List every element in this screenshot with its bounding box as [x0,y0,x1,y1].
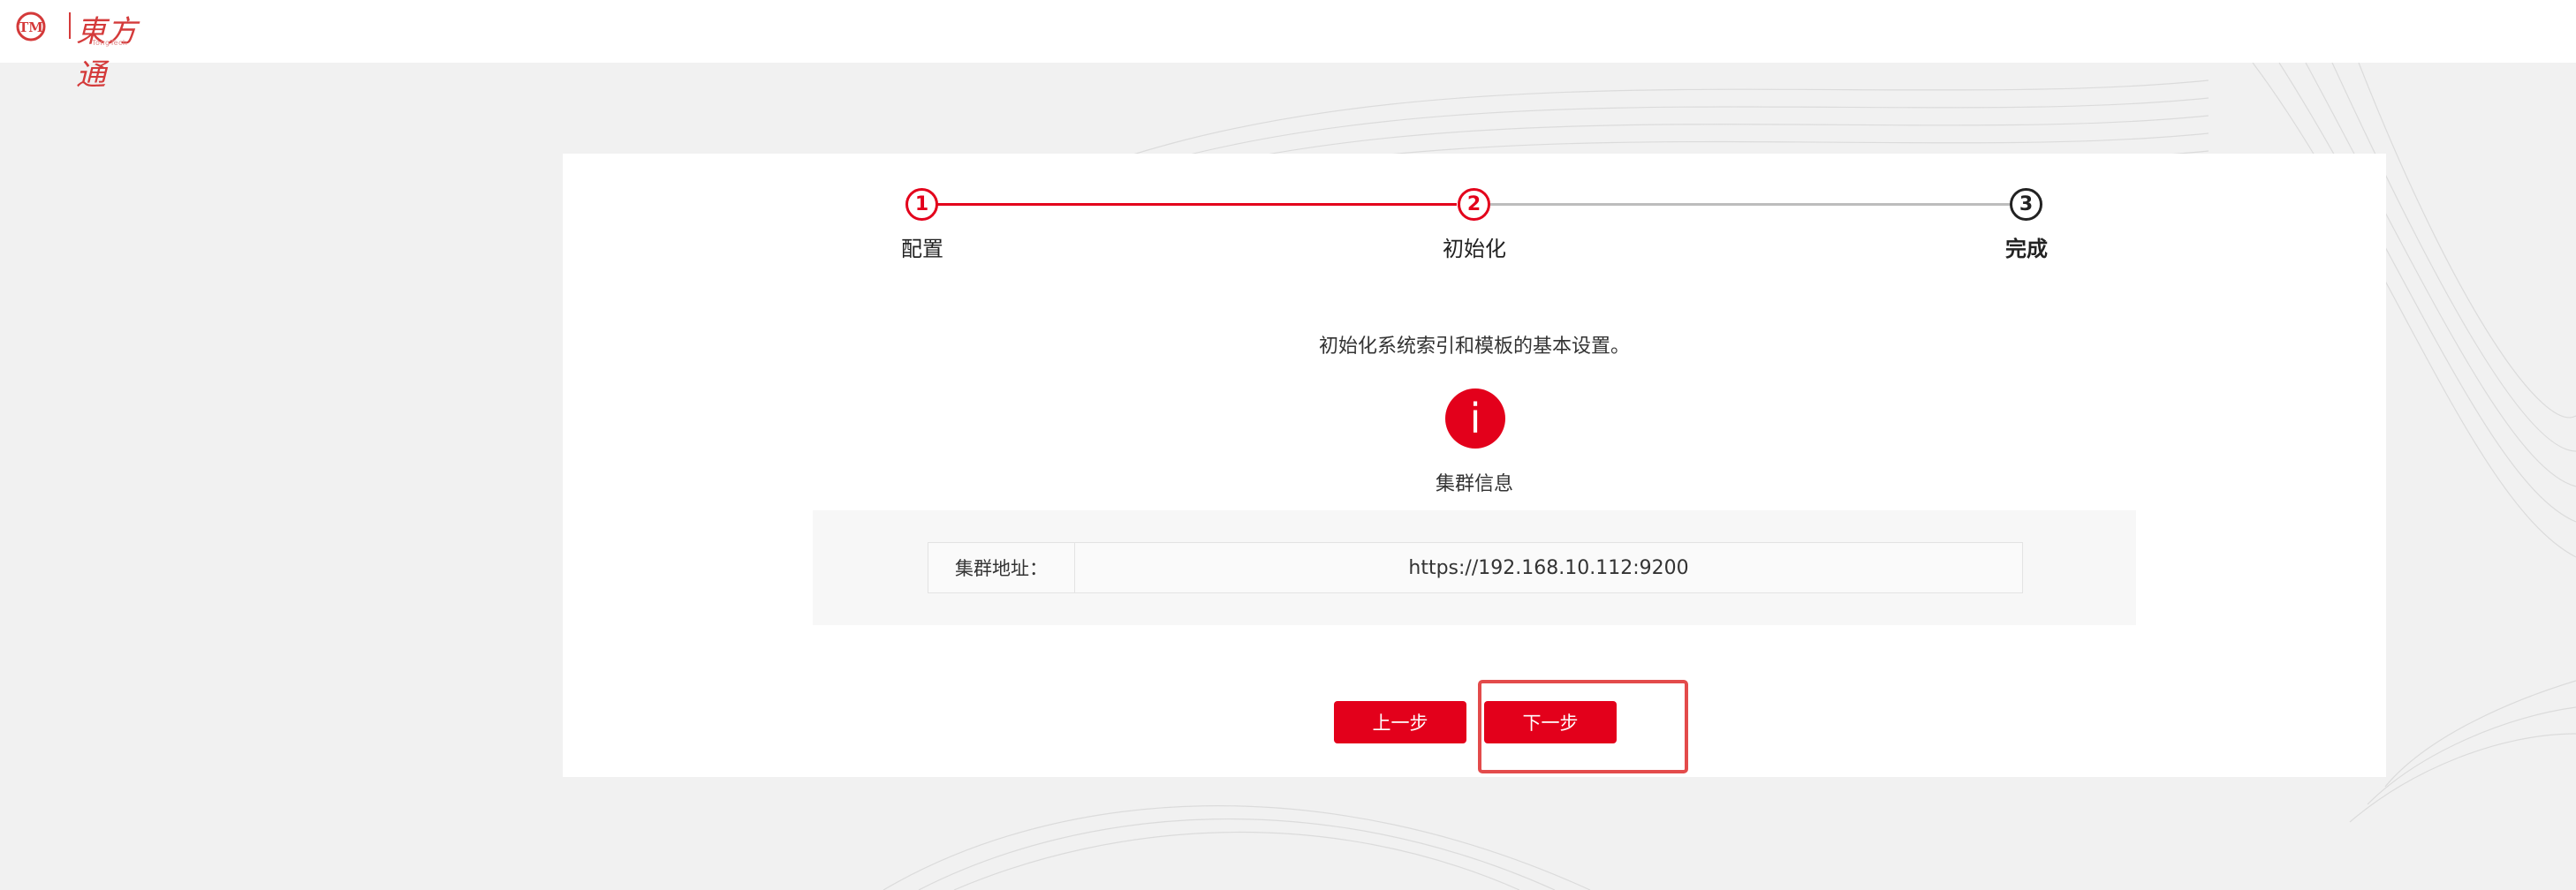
step-2-label: 初始化 [1443,237,1506,261]
logo-divider [69,12,71,39]
step-1-indicator: 1 [905,188,938,221]
step-1-label: 配置 [901,237,943,261]
logo-badge-icon: TM [16,11,46,41]
setup-wizard-card: 1 配置 2 初始化 3 完成 初始化系统索引和模板的基本设置。 i 集群信息 … [563,154,2386,777]
step-connector-pending [1490,203,2026,206]
step-connector-completed [921,203,1457,206]
cluster-address-value: https://192.168.10.112:9200 [1408,556,1689,579]
next-step-button[interactable]: 下一步 [1484,701,1617,743]
svg-text:TM: TM [19,19,43,35]
step-3-indicator: 3 [2010,188,2042,221]
top-header: TM 東方通 TongTech [0,0,2576,93]
step-3-label: 完成 [2005,237,2048,261]
step-description: 初始化系统索引和模板的基本设置。 [1318,336,1630,358]
info-icon: i [1445,388,1505,449]
previous-step-button[interactable]: 上一步 [1334,701,1466,743]
cluster-address-row: 集群地址： https://192.168.10.112:9200 [928,542,2023,593]
cluster-address-label: 集群地址： [928,543,1075,592]
company-logo[interactable]: TM 東方通 TongTech [16,5,157,93]
logo-subtext: TongTech [92,39,128,47]
step-2-indicator: 2 [1458,188,1490,221]
cluster-info-panel: 集群地址： https://192.168.10.112:9200 [813,510,2136,625]
section-title: 集群信息 [1435,473,1513,495]
